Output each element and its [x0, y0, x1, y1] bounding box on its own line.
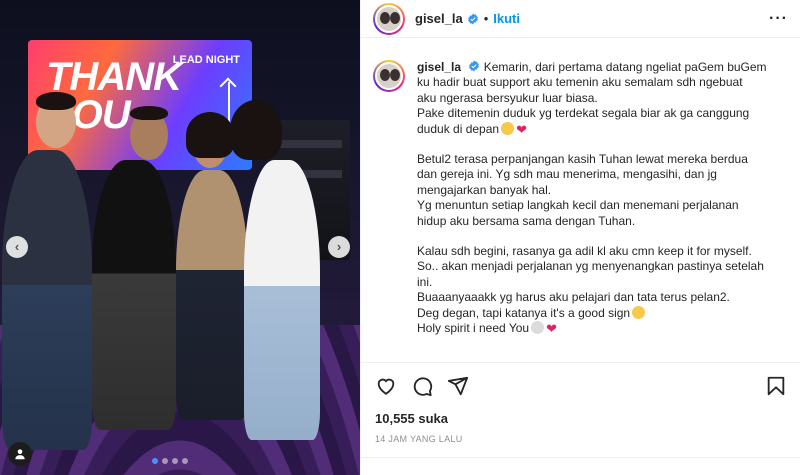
- verified-badge-icon: [469, 60, 480, 72]
- person-2-hair: [130, 106, 168, 120]
- caption-line: Betul2 terasa perpanjangan kasih Tuhan l…: [417, 152, 748, 167]
- carousel-dot: [172, 458, 178, 464]
- tagged-users-button[interactable]: [8, 442, 32, 466]
- caption-text: gisel_la Kemarin, dari pertama datang ng…: [417, 60, 793, 360]
- comment-area[interactable]: [361, 457, 800, 475]
- person-1-hair: [36, 92, 76, 110]
- avatar[interactable]: [373, 2, 405, 35]
- caption-line: So.. akan menjadi perjalanan yg menyenan…: [417, 259, 764, 274]
- person-1: [2, 150, 92, 450]
- caption-line: Kemarin, dari pertama datang ngeliat paG…: [483, 60, 767, 74]
- user-icon: [15, 449, 25, 460]
- person-2: [92, 160, 176, 430]
- caption-line: mengajarkan banyak hal.: [417, 182, 552, 197]
- comment-icon[interactable]: [411, 375, 433, 397]
- caption-line: Kalau sdh begini, rasanya ga adil kl aku…: [417, 244, 752, 259]
- caption-avatar[interactable]: [373, 60, 405, 92]
- caption-line: ini.: [417, 274, 433, 289]
- caption-line: Deg degan, tapi katanya it's a good sign: [417, 305, 631, 320]
- like-heart-icon[interactable]: [375, 375, 397, 397]
- carousel-dot: [162, 458, 168, 464]
- arrow-up-icon: [228, 82, 230, 122]
- carousel-prev-button[interactable]: ‹: [6, 236, 28, 258]
- post-photo[interactable]: THANK YOU LEAD NIGHT ‹ ›: [0, 0, 360, 475]
- post-caption: gisel_la Kemarin, dari pertama datang ng…: [373, 60, 793, 360]
- post-actions: 10,555 suka 14 JAM YANG LALU: [361, 362, 800, 475]
- instagram-post: THANK YOU LEAD NIGHT ‹ › gisel_la • Ikut…: [0, 0, 800, 475]
- carousel-dot: [152, 458, 158, 464]
- header-username[interactable]: gisel_la: [415, 11, 463, 26]
- grinning-face-emoji-icon: [632, 305, 646, 319]
- post-timestamp[interactable]: 14 JAM YANG LALU: [375, 434, 800, 444]
- post-sidebar: gisel_la • Ikuti ··· gisel_la Kemarin, d…: [360, 0, 800, 475]
- caption-line: Buaaanyaaakk yg harus aku pelajari dan t…: [417, 290, 730, 305]
- red-heart-emoji-icon: ❤: [516, 121, 527, 137]
- share-icon[interactable]: [447, 375, 469, 397]
- verified-badge-icon: [467, 13, 478, 24]
- caption-line: duduk di depan: [417, 121, 500, 136]
- screen-lead-text: LEAD NIGHT: [172, 54, 240, 66]
- caption-line: hidup aku bersama sama dengan Tuhan.: [417, 213, 636, 228]
- caption-line: aku ngerasa bersyukur luar biasa.: [417, 90, 598, 105]
- person-4-hair: [230, 100, 282, 160]
- post-header: gisel_la • Ikuti ···: [361, 0, 800, 38]
- person-3-hair: [186, 112, 234, 158]
- carousel-next-button[interactable]: ›: [328, 236, 350, 258]
- carousel-indicator: [152, 458, 188, 464]
- follow-button[interactable]: Ikuti: [493, 11, 520, 26]
- more-options-button[interactable]: ···: [769, 10, 788, 28]
- carousel-dot: [182, 458, 188, 464]
- person-4: [244, 160, 320, 440]
- smiling-face-emoji-icon: [501, 121, 515, 135]
- caption-line: dan gereja ini. Yg sdh mau menerima, men…: [417, 167, 717, 182]
- red-heart-emoji-icon: ❤: [546, 321, 557, 337]
- caption-line: ku hadir buat support aku temenin aku se…: [417, 75, 743, 90]
- sparkle-emoji-icon: [531, 321, 545, 335]
- caption-line: Holy spirit i need You: [417, 321, 530, 336]
- person-3: [176, 170, 248, 420]
- bookmark-icon[interactable]: [765, 375, 787, 397]
- separator-dot: •: [483, 11, 489, 26]
- caption-line: Pake ditemenin duduk yg terdekat segala …: [417, 106, 750, 121]
- like-count[interactable]: 10,555 suka: [375, 411, 800, 426]
- caption-username[interactable]: gisel_la: [417, 60, 461, 74]
- action-bar: [361, 363, 800, 397]
- caption-line: Yg menuntun setiap langkah kecil dan men…: [417, 198, 739, 213]
